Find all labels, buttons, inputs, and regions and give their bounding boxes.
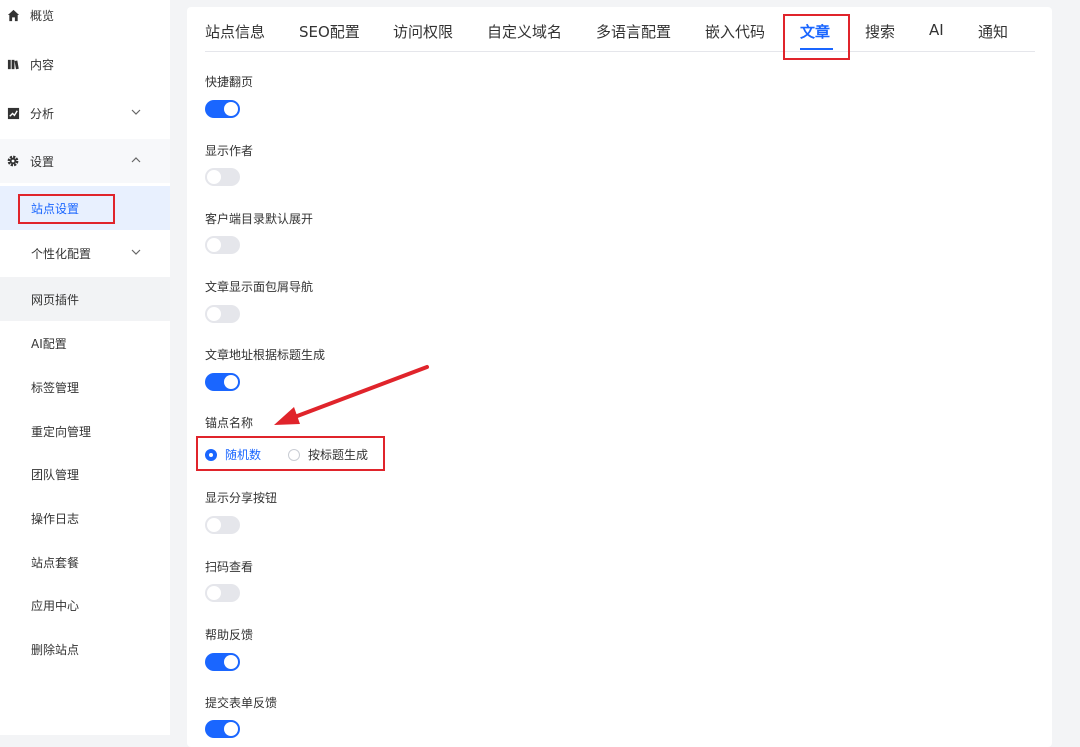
sidebar-item-overview[interactable]: 概览 (0, 0, 170, 37)
toggle-knob (224, 102, 238, 116)
toggle-knob (207, 238, 221, 252)
toggle-url-from-title[interactable] (205, 373, 240, 391)
sidebar-item-label: 重定向管理 (31, 424, 92, 439)
sidebar-item-label: 操作日志 (31, 511, 80, 526)
sidebar-item-label: 标签管理 (31, 380, 80, 395)
sidebar-item-delete-site[interactable]: 删除站点 (0, 627, 170, 671)
toggle-form-feedback[interactable] (205, 720, 240, 738)
sidebar-item-analytics[interactable]: 分析 (0, 91, 170, 135)
sidebar-item-label: 设置 (30, 154, 55, 169)
chart-icon (6, 106, 20, 120)
toggle-show-author[interactable] (205, 168, 240, 186)
chevron-down-icon (130, 106, 144, 120)
sidebar-item-label: 团队管理 (31, 467, 80, 482)
sidebar-item-team[interactable]: 团队管理 (0, 452, 170, 496)
tab-search[interactable]: 搜索 (865, 21, 895, 42)
highlight-box-anchor-options (196, 436, 385, 471)
setting-label-toc-expand: 客户端目录默认展开 (205, 212, 314, 226)
toggle-knob (207, 170, 221, 184)
sidebar-item-label: 分析 (30, 106, 55, 121)
setting-label-form-feedback: 提交表单反馈 (205, 696, 278, 710)
tab-access[interactable]: 访问权限 (393, 21, 453, 42)
sidebar-item-redirects[interactable]: 重定向管理 (0, 409, 170, 453)
sidebar-item-label: 个性化配置 (31, 246, 92, 261)
sidebar-item-label: 网页插件 (31, 292, 80, 307)
toggle-toc-expand[interactable] (205, 236, 240, 254)
sidebar: 概览 内容 分析 设置 站点设置 个性化配置 网页插件 AI配置 标签管理 重定… (0, 0, 170, 735)
sidebar-item-tags[interactable]: 标签管理 (0, 365, 170, 409)
book-icon (6, 57, 20, 71)
tab-multilingual[interactable]: 多语言配置 (596, 21, 671, 42)
tab-custom-domain[interactable]: 自定义域名 (487, 21, 562, 42)
home-icon (6, 8, 20, 22)
setting-label-url-from-title: 文章地址根据标题生成 (205, 348, 326, 362)
sidebar-item-content[interactable]: 内容 (0, 42, 170, 86)
toggle-quick-paging[interactable] (205, 100, 240, 118)
sidebar-item-ai-config[interactable]: AI配置 (0, 321, 170, 365)
sidebar-item-logs[interactable]: 操作日志 (0, 496, 170, 540)
chevron-up-icon (130, 154, 144, 168)
sidebar-item-label: 内容 (30, 57, 55, 72)
tab-embed-code[interactable]: 嵌入代码 (705, 21, 765, 42)
sidebar-item-app-center[interactable]: 应用中心 (0, 583, 170, 627)
sidebar-item-label: 站点套餐 (31, 555, 80, 570)
sidebar-item-label: 概览 (30, 8, 55, 23)
sidebar-item-settings[interactable]: 设置 (0, 139, 170, 183)
toggle-breadcrumb[interactable] (205, 305, 240, 323)
gear-icon (6, 154, 20, 168)
toggle-knob (207, 307, 221, 321)
sidebar-item-label: 删除站点 (31, 642, 80, 657)
highlight-box-site-settings (18, 194, 115, 224)
setting-label-quick-paging: 快捷翻页 (205, 75, 254, 89)
settings-card: 站点信息 SEO配置 访问权限 自定义域名 多语言配置 嵌入代码 文章 搜索 A… (187, 7, 1052, 747)
sidebar-item-plans[interactable]: 站点套餐 (0, 540, 170, 584)
setting-label-show-author: 显示作者 (205, 144, 254, 158)
setting-label-breadcrumb: 文章显示面包屑导航 (205, 280, 314, 294)
setting-label-anchor-name: 锚点名称 (205, 416, 254, 430)
toggle-qr-view[interactable] (205, 584, 240, 602)
highlight-box-articles-tab (783, 14, 850, 60)
toggle-knob (224, 722, 238, 736)
toggle-share-button[interactable] (205, 516, 240, 534)
chevron-down-icon (130, 246, 144, 260)
sidebar-item-label: AI配置 (31, 336, 67, 351)
toggle-knob (224, 375, 238, 389)
sidebar-item-label: 应用中心 (31, 598, 80, 613)
setting-label-qr-view: 扫码查看 (205, 560, 254, 574)
tab-ai[interactable]: AI (929, 21, 944, 39)
sidebar-item-personalization[interactable]: 个性化配置 (0, 231, 170, 275)
toggle-help-feedback[interactable] (205, 653, 240, 671)
toggle-knob (207, 518, 221, 532)
setting-label-help-feedback: 帮助反馈 (205, 628, 254, 642)
toggle-knob (224, 655, 238, 669)
toggle-knob (207, 586, 221, 600)
setting-label-share-button: 显示分享按钮 (205, 491, 278, 505)
sidebar-item-web-plugins[interactable]: 网页插件 (0, 277, 170, 321)
tab-site-info[interactable]: 站点信息 (205, 21, 265, 42)
tab-bar: 站点信息 SEO配置 访问权限 自定义域名 多语言配置 嵌入代码 文章 搜索 A… (205, 7, 1035, 52)
tab-notifications[interactable]: 通知 (978, 21, 1008, 42)
tab-seo[interactable]: SEO配置 (299, 21, 360, 42)
